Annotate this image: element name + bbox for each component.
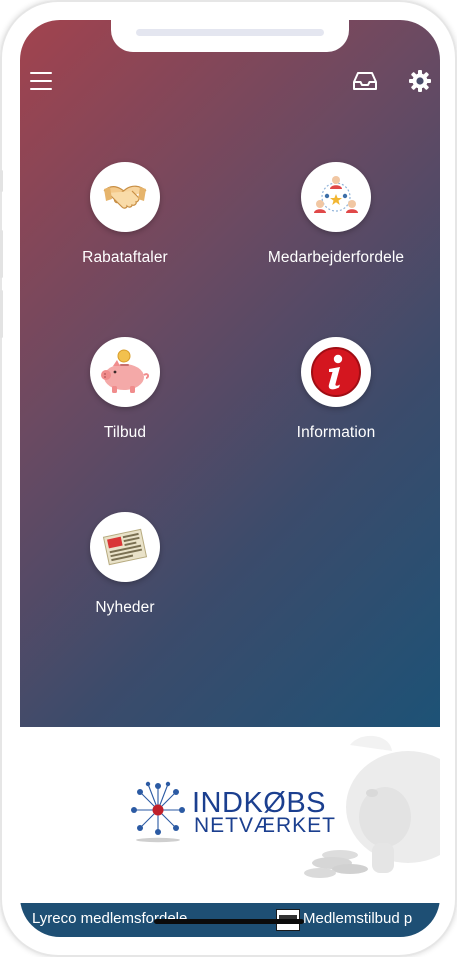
phone-notch (111, 20, 349, 52)
speaker-grille (136, 29, 324, 36)
logo-wordmark: INDKØBS NETVÆRKET (192, 789, 337, 837)
logo-line2: NETVÆRKET (194, 814, 337, 837)
handshake-icon (90, 162, 160, 232)
tile-label: Rabataftaler (82, 249, 168, 266)
network-logo-mark (131, 781, 185, 843)
tile-information[interactable]: Information (241, 337, 431, 442)
tile-label: Medarbejderfordele (267, 249, 405, 266)
tile-nyheder[interactable]: Nyheder (30, 512, 220, 617)
employee-network-icon (301, 162, 371, 232)
phone-volume-down-button (0, 290, 3, 338)
phone-volume-up-button (0, 230, 3, 278)
tile-rabataftaler[interactable]: Rabataftaler (30, 162, 220, 267)
tile-label: Nyheder (95, 599, 155, 616)
inbox-icon[interactable] (353, 70, 377, 92)
phone-side-button (0, 170, 3, 192)
hamburger-menu-icon[interactable] (30, 72, 52, 90)
app-screen: Rabataftaler Medarbejderfordele Tilbud I… (20, 20, 440, 937)
tile-tilbud[interactable]: Tilbud (30, 337, 220, 442)
home-dashboard: Rabataftaler Medarbejderfordele Tilbud I… (20, 20, 440, 727)
newspaper-icon (90, 512, 160, 582)
phone-frame: Rabataftaler Medarbejderfordele Tilbud I… (0, 0, 457, 957)
tile-medarbejderfordele[interactable]: Medarbejderfordele (241, 162, 431, 267)
gear-icon[interactable] (408, 69, 432, 93)
home-indicator[interactable] (154, 919, 304, 924)
ticker-item[interactable]: Medlemstilbud p (303, 910, 412, 927)
tile-label: Information (296, 424, 376, 441)
info-icon (301, 337, 371, 407)
tile-label: Tilbud (103, 424, 147, 441)
piggy-bank-icon (90, 337, 160, 407)
sponsor-banner[interactable]: INDKØBS NETVÆRKET (20, 727, 440, 903)
